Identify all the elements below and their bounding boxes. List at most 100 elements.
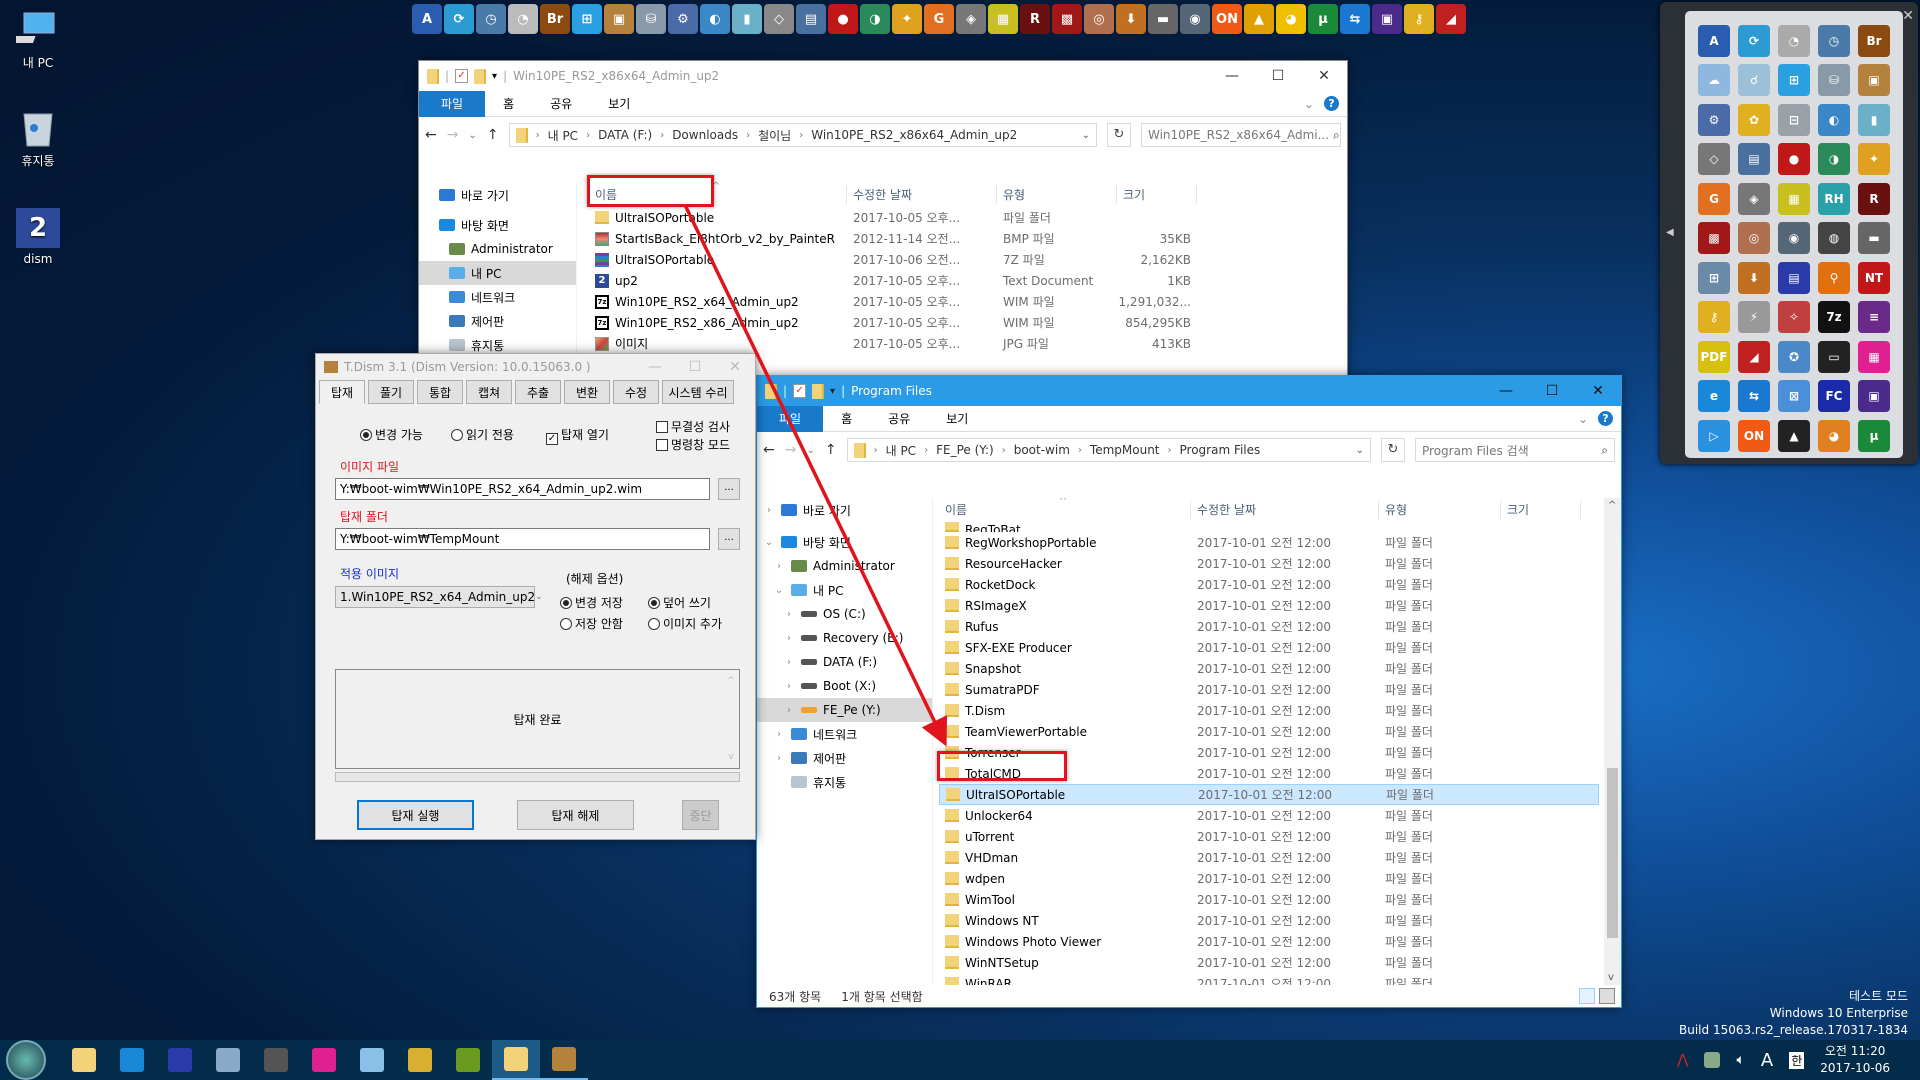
- hdd-open-icon[interactable]: ◍: [1818, 222, 1850, 255]
- breadcrumb-item[interactable]: 내 PC: [548, 127, 578, 144]
- magic-wand-icon[interactable]: ✧: [1778, 301, 1810, 334]
- nav-item[interactable]: › Recovery (E:): [757, 626, 932, 650]
- ghost-explorer-icon[interactable]: ☌: [1738, 64, 1770, 97]
- breadcrumb-item[interactable]: FE_Pe (Y:): [936, 443, 994, 457]
- drive-restore-icon[interactable]: ◔: [508, 4, 538, 34]
- mount-folder-browse-button[interactable]: ...: [718, 528, 740, 550]
- expand-chevron-icon[interactable]: ›: [773, 561, 785, 572]
- file-row[interactable]: StartIsBack_Ei8htOrb_v2_by_PainteR 2012-1…: [589, 228, 1329, 249]
- help-icon[interactable]: ?: [1324, 96, 1339, 111]
- tab-6[interactable]: 수정: [613, 380, 659, 404]
- network-map-taskbar-icon[interactable]: [348, 1040, 396, 1080]
- breadcrumb-item[interactable]: TempMount: [1090, 443, 1160, 457]
- on-icon[interactable]: ON: [1212, 4, 1242, 34]
- file-row[interactable]: 이미지 2017-10-05 오후... JPG 파일 413KB: [589, 333, 1329, 354]
- properties-icon[interactable]: ✓: [455, 69, 469, 83]
- network-map-icon[interactable]: ⊠: [1778, 380, 1810, 413]
- save-changes-radio[interactable]: 변경 저장: [560, 594, 623, 611]
- expand-chevron-icon[interactable]: ›: [783, 705, 795, 716]
- package-icon[interactable]: ⬇: [1738, 261, 1770, 294]
- key-icon[interactable]: ⚷: [1698, 301, 1730, 334]
- nav-item[interactable]: 네트워크: [419, 285, 576, 309]
- large-icons-view-button[interactable]: [1599, 988, 1615, 1004]
- breadcrumb-separator-icon[interactable]: ›: [660, 130, 664, 141]
- imaging-icon[interactable]: ◈: [1738, 182, 1770, 215]
- resource-hacker-icon[interactable]: ▦: [1778, 182, 1810, 215]
- nav-item[interactable]: 휴지통: [757, 770, 932, 794]
- app-tray-icon[interactable]: [1704, 1052, 1721, 1068]
- expand-chevron-icon[interactable]: ›: [783, 633, 795, 644]
- floppy-icon[interactable]: ◇: [764, 4, 794, 34]
- expand-chevron-icon[interactable]: ›: [763, 505, 775, 516]
- backup-icon[interactable]: ◷: [476, 4, 506, 34]
- nt-password-icon[interactable]: NT: [1858, 261, 1890, 294]
- ie-icon[interactable]: e: [1698, 380, 1730, 413]
- ribbon-tab-home[interactable]: 홈: [823, 406, 870, 432]
- file-row[interactable]: Rufus 2017-10-01 오전 12:00 파일 폴더: [939, 616, 1599, 637]
- image-file-input[interactable]: Y:₩boot-wim₩Win10PE_RS2_x64_Admin_up2.wi…: [335, 478, 710, 500]
- file-row[interactable]: ResourceHacker 2017-10-01 오전 12:00 파일 폴더: [939, 553, 1599, 574]
- sync-icon[interactable]: ⟳: [1738, 24, 1770, 57]
- nav-item[interactable]: › OS (C:): [757, 602, 932, 626]
- expand-chevron-icon[interactable]: ⌄: [763, 537, 775, 548]
- discard-changes-radio[interactable]: 저장 안함: [560, 615, 623, 632]
- file-row[interactable]: 7z Win10PE_RS2_x64_Admin_up2 2017-10-05 오후…: [589, 291, 1329, 312]
- customize-quick-access-icon[interactable]: ▾: [492, 71, 497, 82]
- breadcrumb-separator-icon[interactable]: ›: [874, 445, 878, 456]
- tab-0[interactable]: 탑재: [319, 380, 365, 404]
- color-monitor-icon[interactable]: ▦: [1858, 340, 1890, 373]
- ribbon-tab-home[interactable]: 홈: [485, 91, 532, 117]
- disk-tool-icon[interactable]: ◐: [1818, 103, 1850, 136]
- unmount-button[interactable]: 탑재 해제: [517, 800, 634, 830]
- file-row[interactable]: Unlocker64 2017-10-01 오전 12:00 파일 폴더: [939, 805, 1599, 826]
- file-row[interactable]: wdpen 2017-10-01 오전 12:00 파일 폴더: [939, 868, 1599, 889]
- start-button[interactable]: [6, 1040, 46, 1080]
- expand-chevron-icon[interactable]: ›: [783, 681, 795, 692]
- tab-4[interactable]: 추출: [515, 380, 561, 404]
- expand-chevron-icon[interactable]: ›: [773, 729, 785, 740]
- diskgenius-icon[interactable]: G: [1698, 182, 1730, 215]
- fc-icon[interactable]: FC: [1818, 380, 1850, 413]
- file-row[interactable]: 7z Win10PE_RS2_x86_Admin_up2 2017-10-05 오후…: [589, 312, 1329, 333]
- network-tool-icon[interactable]: ⚙: [668, 4, 698, 34]
- package-icon[interactable]: ⬇: [1116, 4, 1146, 34]
- file-row[interactable]: UltraISOPortable 2017-10-01 오전 12:00 파일 폴더: [939, 784, 1599, 805]
- file-row[interactable]: T.Dism 2017-10-01 오전 12:00 파일 폴더: [939, 700, 1599, 721]
- clock[interactable]: 오전 11:20 2017-10-06: [1820, 1043, 1890, 1077]
- pacman-icon[interactable]: ◕: [1276, 4, 1306, 34]
- breadcrumb-separator-icon[interactable]: ›: [1002, 445, 1006, 456]
- cd-icon[interactable]: ◎: [1738, 222, 1770, 255]
- file-row[interactable]: SFX-EXE Producer 2017-10-01 오전 12:00 파일 폴더: [939, 637, 1599, 658]
- 7zip-icon[interactable]: 7z: [1818, 301, 1850, 334]
- windows-icon[interactable]: ⊞: [1778, 64, 1810, 97]
- expand-chevron-icon[interactable]: ›: [783, 657, 795, 668]
- partition-wizard-icon[interactable]: ✦: [1858, 143, 1890, 176]
- search-input[interactable]: Win10PE_RS2_x86x64_Admi... ⌕: [1141, 123, 1341, 147]
- floppy-icon[interactable]: ◇: [1698, 143, 1730, 176]
- breadcrumb-separator-icon[interactable]: ›: [586, 130, 590, 141]
- column-header-size[interactable]: 크기: [1501, 501, 1581, 519]
- windows-book-icon[interactable]: ▮: [732, 4, 762, 34]
- regshot-taskbar-icon[interactable]: [396, 1040, 444, 1080]
- breadcrumb-separator-icon[interactable]: ›: [1168, 445, 1172, 456]
- customize-quick-access-icon[interactable]: ▾: [830, 386, 835, 397]
- scroll-down-arrow[interactable]: v: [1608, 972, 1614, 983]
- cpu-z-icon[interactable]: ▣: [1858, 380, 1890, 413]
- maximize-button[interactable]: ☐: [675, 354, 715, 380]
- image-search-icon[interactable]: ✪: [1778, 340, 1810, 373]
- file-row[interactable]: uTorrent 2017-10-01 오전 12:00 파일 폴더: [939, 826, 1599, 847]
- title-bar[interactable]: T.Dism 3.1 (Dism Version: 10.0.15063.0 )…: [316, 354, 755, 380]
- file-row[interactable]: Snapshot 2017-10-01 오전 12:00 파일 폴더: [939, 658, 1599, 679]
- title-bar[interactable]: | ✓ ▾ | Program Files — ☐ ✕: [757, 376, 1621, 406]
- scroll-up-arrow[interactable]: ^: [1608, 500, 1616, 511]
- nav-item[interactable]: ⌄ 내 PC: [757, 578, 932, 602]
- acronis-icon[interactable]: A: [1698, 24, 1730, 57]
- usb-icon[interactable]: ▬: [1148, 4, 1178, 34]
- acronis-icon[interactable]: A: [412, 4, 442, 34]
- nav-item[interactable]: › Administrator: [757, 554, 932, 578]
- log-scrollbar[interactable]: ^ v: [723, 670, 739, 768]
- stop-button[interactable]: 중단: [682, 800, 719, 830]
- ribbon-tab-view[interactable]: 보기: [928, 406, 986, 432]
- file-row[interactable]: WimTool 2017-10-01 오전 12:00 파일 폴더: [939, 889, 1599, 910]
- collapse-arrow-icon[interactable]: ◀: [1666, 227, 1674, 238]
